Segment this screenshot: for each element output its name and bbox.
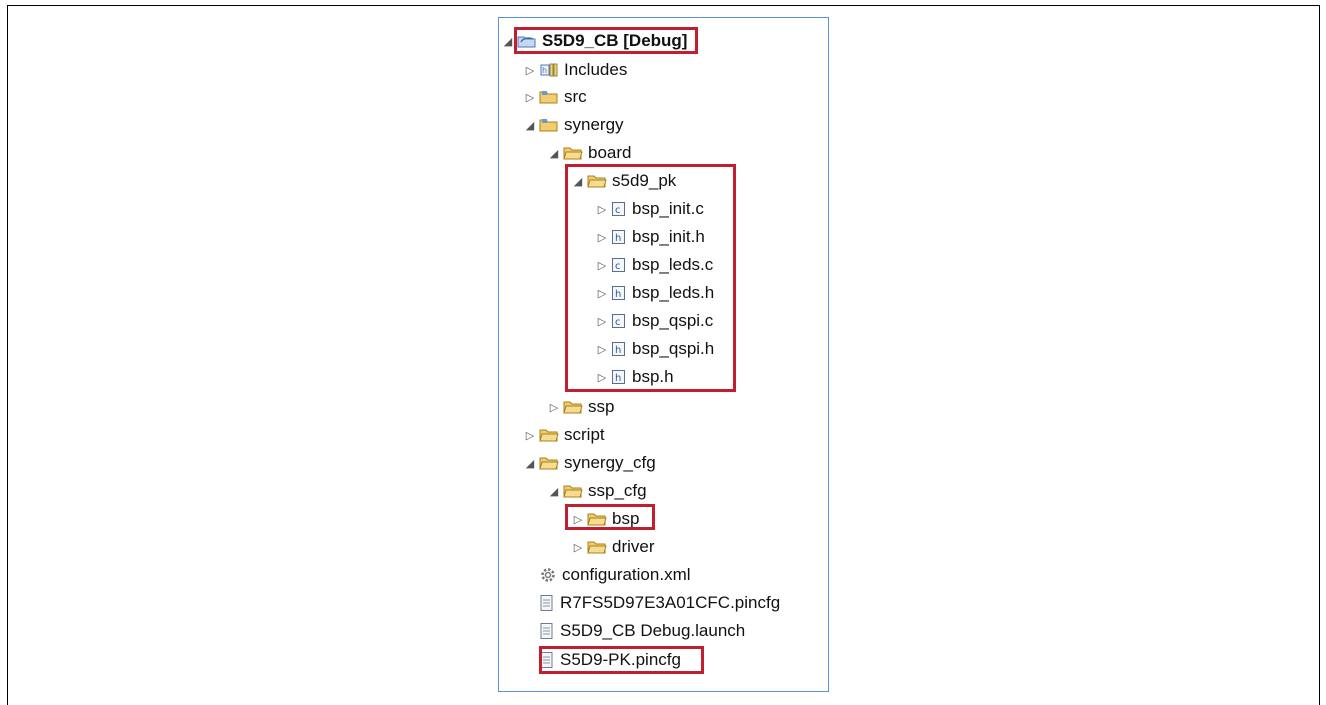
folder-icon	[563, 483, 583, 499]
tree-item-file[interactable]: configuration.xml	[523, 562, 691, 588]
tree-item-label: R7FS5D97E3A01CFC.pincfg	[560, 593, 781, 612]
tree-item-label: board	[588, 143, 632, 162]
tree-item-board[interactable]: ◢ board	[547, 140, 632, 166]
highlight-box-project-root	[514, 27, 698, 54]
document-icon	[539, 622, 555, 640]
expanded-arrow-icon[interactable]: ◢	[547, 147, 561, 160]
source-folder-icon	[539, 117, 559, 133]
tree-item-file[interactable]: S5D9_CB Debug.launch	[523, 618, 745, 644]
collapsed-arrow-icon[interactable]: ▷	[523, 429, 537, 442]
folder-icon	[563, 399, 583, 415]
collapsed-arrow-icon[interactable]: ▷	[571, 541, 585, 554]
project-explorer-tree: ◢ S5D9_CB [Debug] ▷ h Includes ▷ src ◢ s…	[498, 17, 829, 692]
tree-item-label: synergy_cfg	[564, 453, 656, 472]
folder-icon	[539, 427, 559, 443]
highlight-box-bsp	[565, 504, 655, 530]
tree-item-driver[interactable]: ▷ driver	[571, 534, 655, 560]
highlight-box-s5d9-pk	[565, 164, 736, 392]
collapsed-arrow-icon[interactable]: ▷	[523, 64, 537, 77]
tree-item-label: src	[564, 87, 587, 106]
folder-icon	[587, 539, 607, 555]
tree-item-label: S5D9_CB Debug.launch	[560, 621, 746, 640]
expanded-arrow-icon[interactable]: ◢	[547, 485, 561, 498]
svg-text:h: h	[542, 66, 547, 75]
tree-item-script[interactable]: ▷ script	[523, 422, 605, 448]
includes-icon: h	[539, 62, 559, 78]
tree-item-ssp[interactable]: ▷ ssp	[547, 394, 615, 420]
collapsed-arrow-icon[interactable]: ▷	[523, 91, 537, 104]
expanded-arrow-icon[interactable]: ◢	[523, 457, 537, 470]
tree-item-label: ssp	[588, 397, 615, 416]
tree-item-label: synergy	[564, 115, 624, 134]
folder-icon	[563, 145, 583, 161]
tree-item-includes[interactable]: ▷ h Includes	[523, 57, 628, 83]
tree-item-file[interactable]: R7FS5D97E3A01CFC.pincfg	[523, 590, 780, 616]
expanded-arrow-icon[interactable]: ◢	[523, 119, 537, 132]
collapsed-arrow-icon[interactable]: ▷	[547, 401, 561, 414]
source-folder-icon	[539, 89, 559, 105]
tree-item-synergy[interactable]: ◢ synergy	[523, 112, 624, 138]
gear-icon	[539, 566, 557, 584]
tree-item-label: Includes	[564, 60, 628, 79]
expanded-arrow-icon[interactable]: ◢	[501, 35, 515, 48]
tree-item-src[interactable]: ▷ src	[523, 84, 587, 110]
tree-item-label: driver	[612, 537, 655, 556]
tree-item-label: script	[564, 425, 605, 444]
document-icon	[539, 594, 555, 612]
highlight-box-pincfg	[539, 646, 704, 674]
tree-item-ssp-cfg[interactable]: ◢ ssp_cfg	[547, 478, 647, 504]
folder-icon	[539, 455, 559, 471]
tree-item-synergy-cfg[interactable]: ◢ synergy_cfg	[523, 450, 656, 476]
tree-item-label: ssp_cfg	[588, 481, 647, 500]
tree-item-label: configuration.xml	[562, 565, 691, 584]
